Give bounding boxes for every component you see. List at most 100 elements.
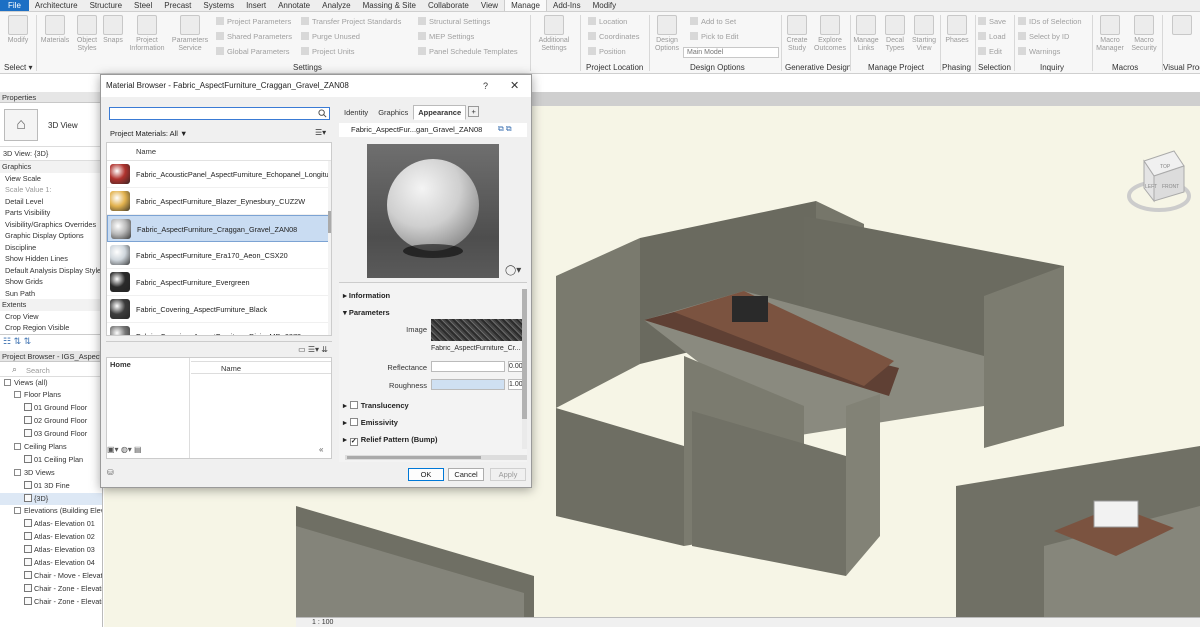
browser-view-item[interactable]: 01 Ceiling Plan [0,454,102,467]
visual-programming-button[interactable] [1168,15,1196,37]
list-view-options-icon[interactable]: ☰▾ [315,128,326,137]
tab-massing-site[interactable]: Massing & Site [357,0,422,11]
library-tree[interactable]: Home [107,358,190,458]
explore-outcomes-button[interactable]: Explore Outcomes [813,15,847,53]
global-parameters-button[interactable]: Global Parameters [216,47,290,56]
material-row[interactable]: Fabric_AspectFurniture_Era170_Aeon_CSX20 [107,242,331,269]
add-asset-icon[interactable]: + [468,106,480,117]
create-study-button[interactable]: Create Study [783,15,811,53]
transfer-standards-button[interactable]: Transfer Project Standards [301,17,401,26]
image-file-name[interactable]: Fabric_AspectFurniture_Cr... [431,345,523,352]
browser-group[interactable]: Ceiling Plans [0,441,102,454]
tab-analyze[interactable]: Analyze [316,0,356,11]
relief-pattern-checkbox[interactable]: ✓ [349,438,358,446]
scrollbar-thumb[interactable] [328,211,331,233]
library-view-options-icon[interactable]: ☰▾ [308,345,319,354]
appearance-h-scrollbar[interactable] [345,455,527,460]
coordinates-button[interactable]: Coordinates [588,32,639,41]
material-row[interactable]: Fabric_AcousticPanel_AspectFurniture_Ech… [107,161,331,188]
browser-group[interactable]: Floor Plans [0,389,102,402]
view-instance-selector[interactable]: 3D View: {3D} [0,147,102,161]
tab-modify[interactable]: Modify [587,0,623,11]
information-section[interactable]: ▸ Information [343,291,390,300]
ok-button[interactable]: OK [408,468,444,481]
material-row[interactable]: Fabric_AspectFurniture_Evergreen [107,269,331,296]
render-settings-icon[interactable]: ◯▾ [505,265,521,276]
browser-search[interactable]: ⌕ Search [0,362,102,377]
property-row[interactable]: Parts Visibility [0,207,102,219]
categorized-view-icon[interactable]: ☷ [3,336,11,346]
tab-insert[interactable]: Insert [240,0,272,11]
project-information-button[interactable]: Project Information [126,15,168,53]
scrollbar-thumb[interactable] [347,456,481,459]
cancel-button[interactable]: Cancel [448,468,484,481]
tab-graphics[interactable]: Graphics [373,105,413,120]
tab-appearance[interactable]: Appearance [413,105,467,120]
browser-view-item[interactable]: Chair - Zone - Elevation 1 [0,583,102,596]
snaps-button[interactable]: Snaps [101,15,125,45]
apply-button[interactable]: Apply [490,468,526,481]
design-option-select[interactable]: Main Model [683,47,779,58]
property-row[interactable]: Discipline [0,242,102,254]
tab-add-ins[interactable]: Add-Ins [547,0,587,11]
tab-manage[interactable]: Manage [504,0,547,11]
collapse-library-icon[interactable]: ⇊ [321,345,328,354]
collapse-left-icon[interactable]: « [319,445,323,454]
tab-steel[interactable]: Steel [128,0,158,11]
browser-view-item[interactable]: 01 3D Fine [0,480,102,493]
macro-security-button[interactable]: Macro Security [1128,15,1160,53]
roughness-slider[interactable] [431,379,505,390]
browser-group[interactable]: Elevations (Building Elevation) [0,505,102,518]
ids-of-selection-button[interactable]: IDs of Selection [1018,17,1082,26]
browser-view-item[interactable]: 03 Ground Floor [0,428,102,441]
property-row[interactable]: Graphic Display Options [0,230,102,242]
toggle-panel-icon[interactable]: ▭ [298,345,306,354]
tab-structure[interactable]: Structure [84,0,128,11]
tab-collaborate[interactable]: Collaborate [422,0,475,11]
property-group[interactable]: Extents [0,299,102,311]
purge-unused-button[interactable]: Purge Unused [301,32,360,41]
material-row[interactable]: Fabric_Covering_AspectFurniture_Black [107,296,331,323]
panel-schedule-templates-button[interactable]: Panel Schedule Templates [418,47,518,56]
material-row[interactable]: Fabric_Covering_AspectFurniture_DivinaMD… [107,323,331,335]
collapse-toggle-icon[interactable] [4,378,11,386]
library-folder-icon[interactable]: ▣▾ [107,445,119,454]
project-units-button[interactable]: Project Units [301,47,355,56]
replace-asset-icon[interactable]: ⧉ ⧉ [498,124,512,134]
sort-ascending-icon[interactable]: ⇅ [14,336,22,346]
emissivity-checkbox[interactable] [349,418,358,426]
scrollbar-thumb[interactable] [522,289,527,419]
property-row[interactable]: Crop View [0,311,102,323]
asset-browser-icon[interactable]: ⛁ [107,468,114,477]
collapse-toggle-icon[interactable] [14,507,21,515]
tab-precast[interactable]: Precast [158,0,197,11]
select-by-id-button[interactable]: Select by ID [1018,32,1069,41]
manage-links-button[interactable]: Manage Links [852,15,880,53]
relief-pattern-section[interactable]: ▸ ✓ Relief Pattern (Bump) [343,435,437,446]
macro-manager-button[interactable]: Macro Manager [1094,15,1126,53]
warnings-button[interactable]: Warnings [1018,47,1060,56]
property-row[interactable]: Visibility/Graphics Overrides [0,219,102,231]
tab-identity[interactable]: Identity [339,105,373,120]
edit-selection-button[interactable]: Edit [978,47,1002,56]
image-texture-swatch[interactable] [431,319,523,341]
tab-systems[interactable]: Systems [197,0,240,11]
browser-view-item[interactable]: Atlas- Elevation 04 [0,557,102,570]
object-styles-button[interactable]: Object Styles [73,15,101,53]
property-row[interactable]: Detail Level [0,196,102,208]
emissivity-section[interactable]: ▸ Emissivity [343,418,398,427]
browser-view-item[interactable]: Chair - Move - Elevation [0,570,102,583]
browser-view-item[interactable]: {3D} [0,492,102,506]
material-list-scrollbar[interactable] [328,161,331,335]
materials-button[interactable]: Materials [38,15,72,45]
property-row[interactable]: Show Hidden Lines [0,253,102,265]
library-panel-icon[interactable]: ▤ [134,445,142,454]
tab-annotate[interactable]: Annotate [272,0,316,11]
location-button[interactable]: Location [588,17,627,26]
phases-button[interactable]: Phases [942,15,972,45]
translucency-checkbox[interactable] [349,401,358,409]
additional-settings-button[interactable]: Additional Settings [533,15,575,53]
property-row[interactable]: View Scale [0,173,102,185]
collapse-toggle-icon[interactable] [14,468,21,476]
position-button[interactable]: Position [588,47,626,56]
